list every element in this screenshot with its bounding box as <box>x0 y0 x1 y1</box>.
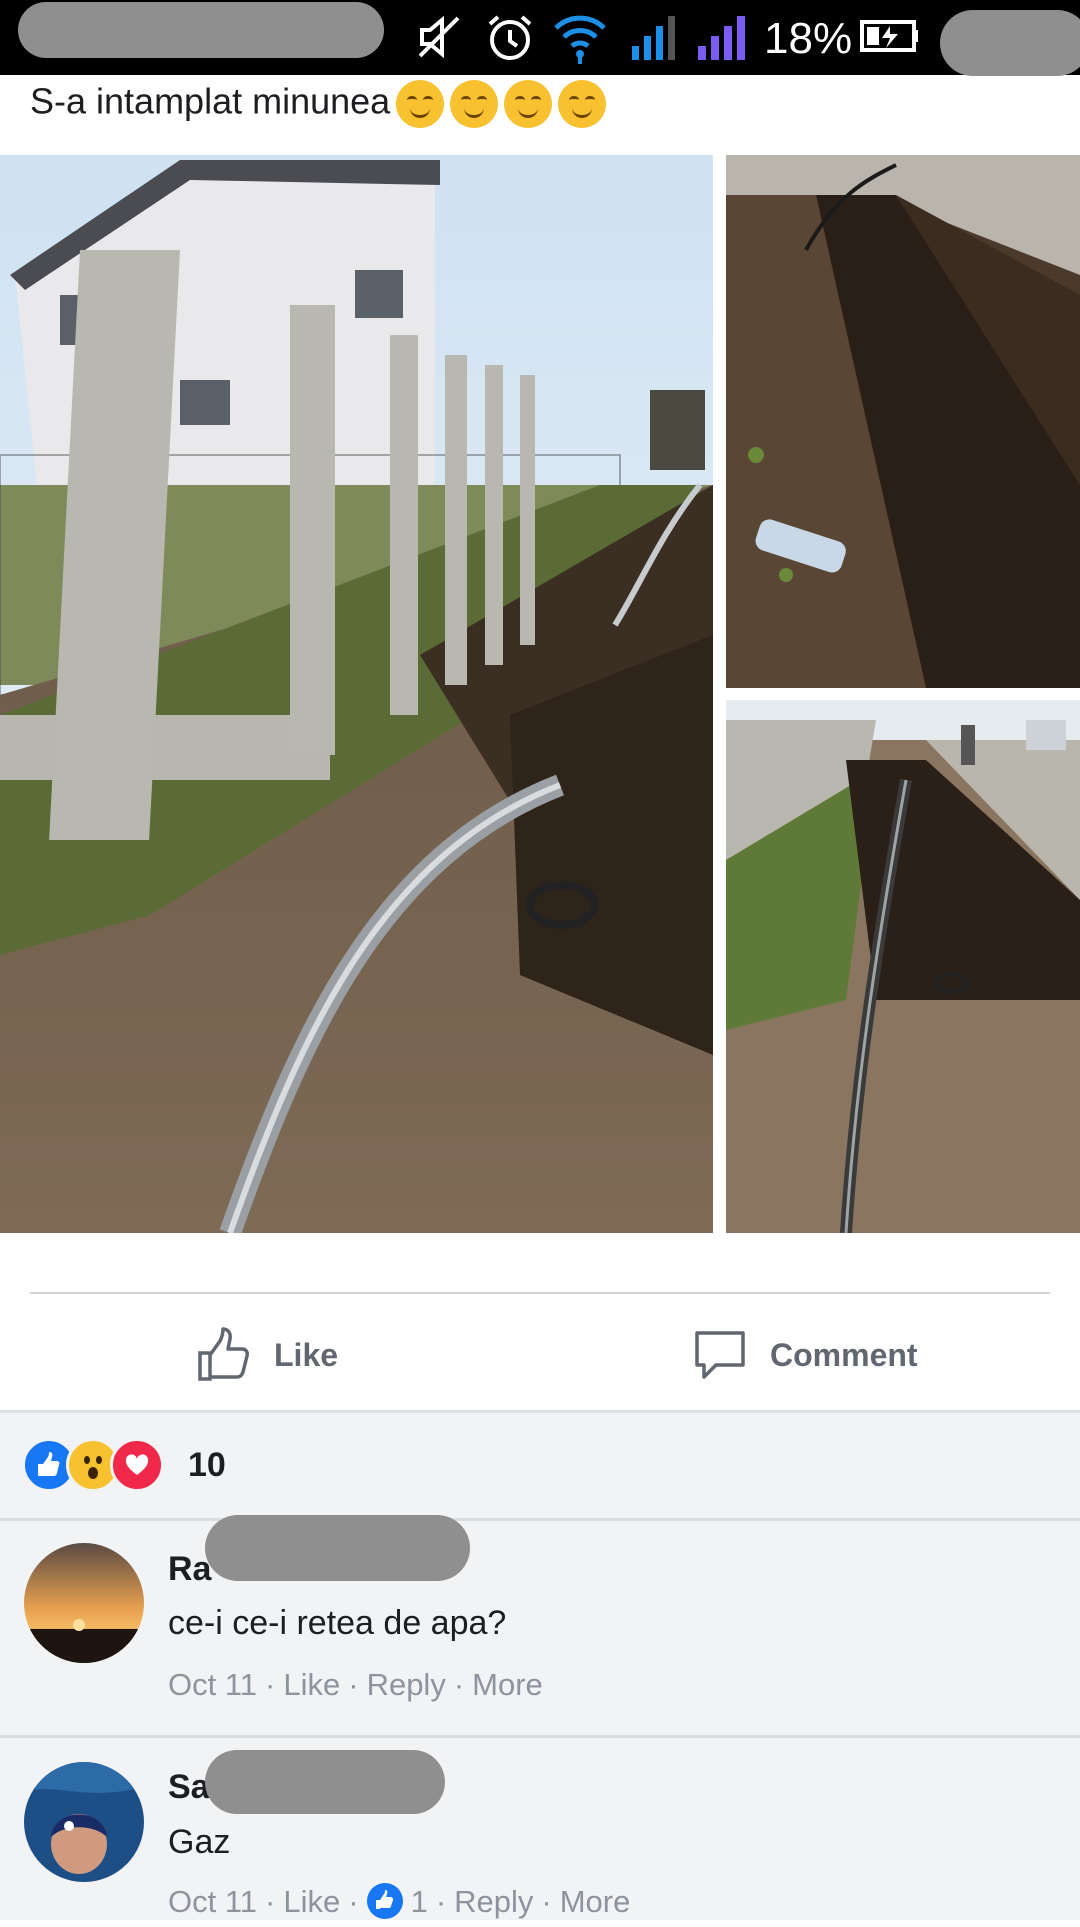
post-body: S-a intamplat minunea <box>30 80 391 122</box>
comment-text: ce-i ce-i retea de apa? <box>168 1604 507 1642</box>
comment-button[interactable]: Comment <box>692 1325 918 1385</box>
reaction-count: 10 <box>188 1445 226 1484</box>
comment-reply-link[interactable]: Reply <box>367 1667 446 1702</box>
comment-text: Gaz <box>168 1823 231 1861</box>
comment-time[interactable]: Oct 11 <box>168 1884 257 1919</box>
divider <box>30 1292 1050 1294</box>
like-badge-icon <box>366 1882 403 1919</box>
battery-percent: 18% <box>764 14 853 63</box>
post-photo-main[interactable] <box>0 155 713 1233</box>
redacted-area <box>18 2 384 58</box>
comment-label: Comment <box>770 1336 918 1373</box>
like-button[interactable]: Like <box>196 1325 338 1385</box>
comment-time[interactable]: Oct 11 <box>168 1667 257 1702</box>
alarm-icon <box>488 15 532 60</box>
separator <box>0 1735 1080 1738</box>
comment-meta: Oct 11 · Like · Reply · More <box>168 1667 543 1702</box>
signal-icon-sim1 <box>632 16 675 60</box>
battery-icon <box>860 20 918 52</box>
comment-like-count: 1 <box>410 1884 428 1919</box>
comment-icon <box>695 1331 745 1379</box>
commenter-name[interactable]: Ra <box>168 1550 211 1589</box>
reaction-summary[interactable]: 10 <box>22 1438 226 1492</box>
avatar[interactable] <box>24 1543 144 1663</box>
thumbs-up-icon <box>198 1327 249 1381</box>
post-photo-trench[interactable] <box>726 155 1080 688</box>
avatar[interactable] <box>24 1762 144 1882</box>
smiling-emoji <box>558 80 607 128</box>
commenter-name[interactable]: Sa <box>168 1768 210 1807</box>
wifi-icon <box>554 15 606 64</box>
redacted-area <box>205 1515 470 1581</box>
smiling-emoji <box>396 80 445 128</box>
like-label: Like <box>274 1336 339 1373</box>
comment-like-link[interactable]: Like <box>283 1884 340 1919</box>
redacted-area <box>940 10 1080 76</box>
love-reaction-icon <box>110 1438 164 1492</box>
separator <box>0 1410 1080 1413</box>
signal-icon-sim2 <box>698 16 745 60</box>
comment-more-link[interactable]: More <box>472 1667 543 1702</box>
post-text: S-a intamplat minunea <box>30 80 607 128</box>
smiling-emoji <box>450 80 499 128</box>
comment-like-link[interactable]: Like <box>283 1667 340 1702</box>
comment-reply-link[interactable]: Reply <box>454 1884 533 1919</box>
smiling-emoji <box>504 80 553 128</box>
post-photo-pipe[interactable] <box>726 700 1080 1233</box>
comment-more-link[interactable]: More <box>560 1884 631 1919</box>
redacted-area <box>205 1750 445 1814</box>
separator <box>0 1518 1080 1521</box>
status-bar: 18% <box>0 0 1080 76</box>
comment-meta: Oct 11 · Like · 1 · Reply · More <box>168 1882 631 1919</box>
mute-icon <box>418 15 460 59</box>
